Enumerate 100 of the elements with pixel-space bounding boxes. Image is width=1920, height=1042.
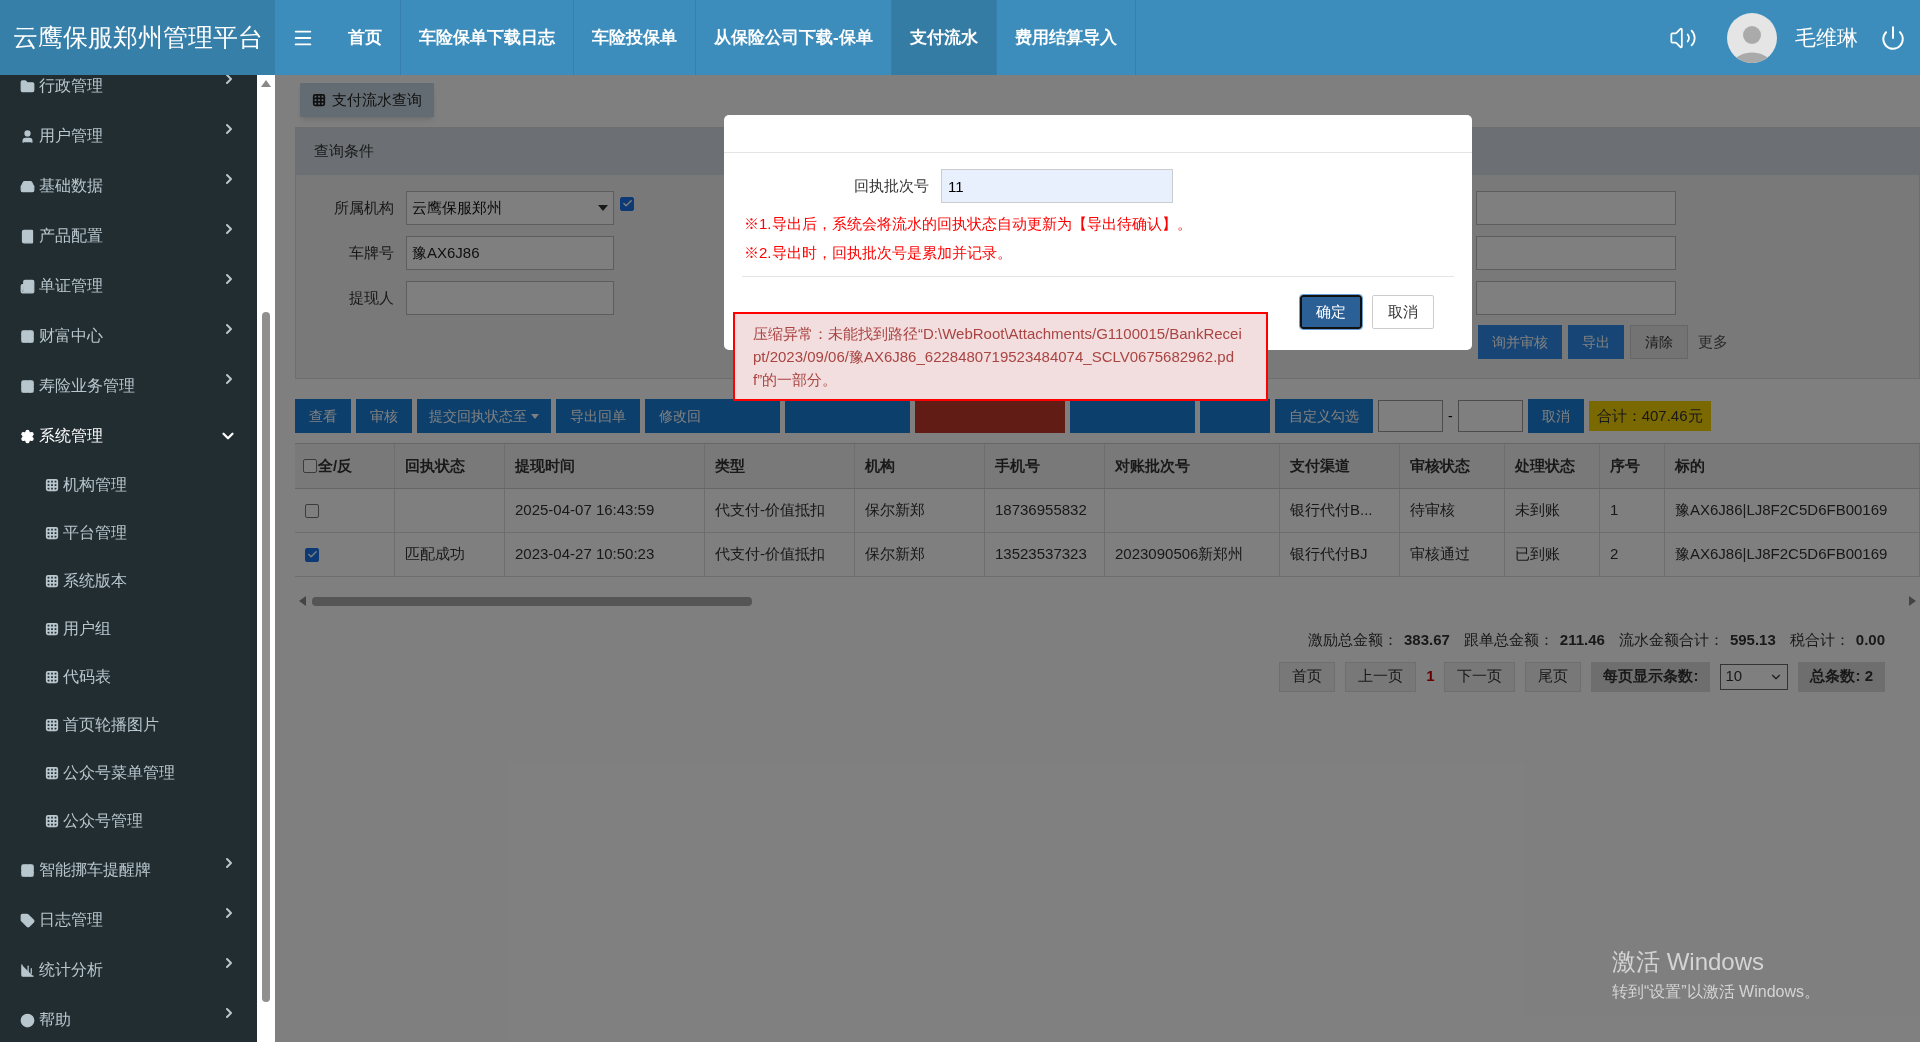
first-page-button[interactable]: 首页 — [1279, 661, 1336, 692]
last-page-button[interactable]: 尾页 — [1525, 661, 1582, 692]
prev-page-button[interactable]: 上一页 — [1345, 661, 1417, 692]
sidebar-subitem[interactable]: 系统版本 — [0, 557, 257, 605]
caret-icon — [531, 413, 539, 419]
table-cell: 待审核 — [1400, 489, 1505, 532]
column-header[interactable]: 提现时间 — [505, 444, 705, 488]
range-start-field[interactable] — [1378, 400, 1443, 432]
row-checkbox[interactable] — [305, 547, 319, 562]
column-header[interactable]: 支付渠道 — [1280, 444, 1400, 488]
power-icon[interactable] — [1880, 24, 1906, 51]
table-cell: 代支付-价值抵扣 — [705, 533, 855, 576]
page-size-select[interactable]: 10 — [1720, 663, 1789, 690]
table-cell: 18736955832 — [985, 489, 1105, 532]
current-page: 1 — [1426, 666, 1435, 687]
select-all-checkbox[interactable] — [303, 459, 317, 473]
checkbox[interactable] — [620, 196, 634, 211]
column-header[interactable]: 类型 — [705, 444, 855, 488]
text-field[interactable] — [1476, 236, 1676, 270]
user-name[interactable]: 毛维琳 — [1795, 21, 1858, 54]
table-cell: 已到账 — [1505, 533, 1600, 576]
column-header[interactable]: 手机号 — [985, 444, 1105, 488]
sidebar-item[interactable]: 基础数据 — [0, 161, 257, 211]
sidebar-item[interactable]: 产品配置 — [0, 211, 257, 261]
action-button[interactable]: 导出回单 — [556, 399, 640, 433]
action-button[interactable]: 自定义勾选 — [1275, 399, 1373, 433]
scroll-right-icon[interactable] — [1909, 596, 1916, 606]
action-button[interactable] — [1070, 399, 1195, 433]
sidebar-scrollbar[interactable] — [257, 75, 275, 1042]
row-checkbox[interactable] — [305, 503, 319, 518]
sidebar-item[interactable]: 财富中心 — [0, 311, 257, 361]
table-cell: 匹配成功 — [395, 533, 505, 576]
dropdown-button[interactable]: 提交回执状态至 — [417, 399, 551, 433]
confirm-button[interactable]: 确定 — [1300, 295, 1362, 329]
page-size-label: 每页显示条数: — [1591, 661, 1711, 692]
table-cell: 2 — [1600, 533, 1665, 576]
text-field[interactable] — [1476, 281, 1676, 315]
summary-amount: 跟单总金额： 211.46 — [1463, 630, 1605, 650]
gear-icon — [20, 428, 35, 444]
sidebar-subitem[interactable]: 机构管理 — [0, 461, 257, 509]
action-button[interactable]: 取消 — [1527, 399, 1584, 433]
query-tab[interactable]: 支付流水查询 — [300, 83, 434, 117]
sidebar-item[interactable]: 用户管理 — [0, 111, 257, 161]
table-cell: 豫AX6J86|LJ8F2C5D6FB00169 — [1665, 533, 1920, 576]
column-header[interactable]: 序号 — [1600, 444, 1665, 488]
column-header[interactable]: 审核状态 — [1400, 444, 1505, 488]
column-header[interactable]: 机构 — [855, 444, 985, 488]
text-field[interactable]: 豫AX6J86 — [406, 236, 614, 270]
sidebar-item[interactable]: 日志管理 — [0, 895, 257, 945]
column-header[interactable]: 标的 — [1665, 444, 1920, 488]
table-cell: 2023090506新郑州 — [1105, 533, 1280, 576]
range-end-field[interactable] — [1457, 400, 1523, 432]
action-button[interactable] — [1200, 399, 1270, 433]
text-field[interactable] — [1476, 191, 1676, 225]
summary-amount: 税合计： 0.00 — [1789, 630, 1885, 650]
sidebar-item[interactable]: 系统管理 — [0, 411, 257, 461]
sidebar-subitem[interactable]: 首页轮播图片 — [0, 701, 257, 749]
action-button[interactable]: 询并审核 — [1478, 325, 1562, 359]
action-button[interactable]: 审核 — [356, 399, 412, 433]
action-button[interactable]: 修改回 — [645, 399, 780, 433]
action-button[interactable]: 导出 — [1568, 325, 1624, 359]
activation-text: 转到“设置”以激活 Windows。 — [1612, 982, 1820, 1002]
sidebar-subitem[interactable]: 平台管理 — [0, 509, 257, 557]
sidebar-item[interactable]: 帮助 — [0, 995, 257, 1042]
text-field[interactable] — [406, 281, 614, 315]
batch-number-field[interactable]: 11 — [941, 169, 1173, 203]
table-cell: 13523537323 — [985, 533, 1105, 576]
column-header[interactable]: 回执状态 — [395, 444, 505, 488]
avatar-icon[interactable] — [1727, 12, 1777, 63]
summary-amount: 激励总金额： 383.67 — [1307, 630, 1450, 650]
sidebar-item[interactable]: 寿险业务管理 — [0, 361, 257, 411]
more-link[interactable]: 更多 — [1698, 330, 1728, 354]
drive-icon — [20, 178, 35, 194]
nav-tab[interactable]: 支付流水 — [891, 0, 997, 75]
sidebar-item[interactable]: 行政管理 — [0, 75, 257, 111]
cancel-button[interactable]: 取消 — [1372, 295, 1434, 329]
action-button[interactable]: 清除 — [1630, 325, 1688, 359]
sidebar-subitem[interactable]: 代码表 — [0, 653, 257, 701]
column-header[interactable]: 处理状态 — [1505, 444, 1600, 488]
sidebar-item[interactable]: 智能挪车提醒牌 — [0, 845, 257, 895]
table-cell: 银行代付B... — [1280, 489, 1400, 532]
action-button[interactable] — [915, 399, 1065, 433]
table-cell: 2023-04-27 10:50:23 — [505, 533, 705, 576]
select-field[interactable]: 云鹰保服郑州 — [406, 191, 614, 225]
total-badge: 合计：407.46元 — [1588, 401, 1711, 431]
field-label: 提现人 — [348, 287, 395, 308]
next-page-button[interactable]: 下一页 — [1444, 661, 1516, 692]
activation-title: 激活 Windows — [1612, 947, 1765, 977]
sidebar-item[interactable]: 统计分析 — [0, 945, 257, 995]
column-header[interactable]: 对账批次号 — [1105, 444, 1280, 488]
sidebar-subitem[interactable]: 公众号管理 — [0, 797, 257, 845]
action-button[interactable]: 查看 — [295, 399, 351, 433]
sidebar-item[interactable]: 单证管理 — [0, 261, 257, 311]
scroll-left-icon[interactable] — [299, 596, 306, 606]
column-header: 全/反 — [318, 455, 353, 476]
field-label: 回执批次号 — [854, 175, 929, 196]
action-button[interactable] — [785, 399, 910, 433]
sidebar-subitem[interactable]: 公众号菜单管理 — [0, 749, 257, 797]
sidebar-subitem[interactable]: 用户组 — [0, 605, 257, 653]
scroll-up-icon[interactable] — [261, 80, 271, 87]
